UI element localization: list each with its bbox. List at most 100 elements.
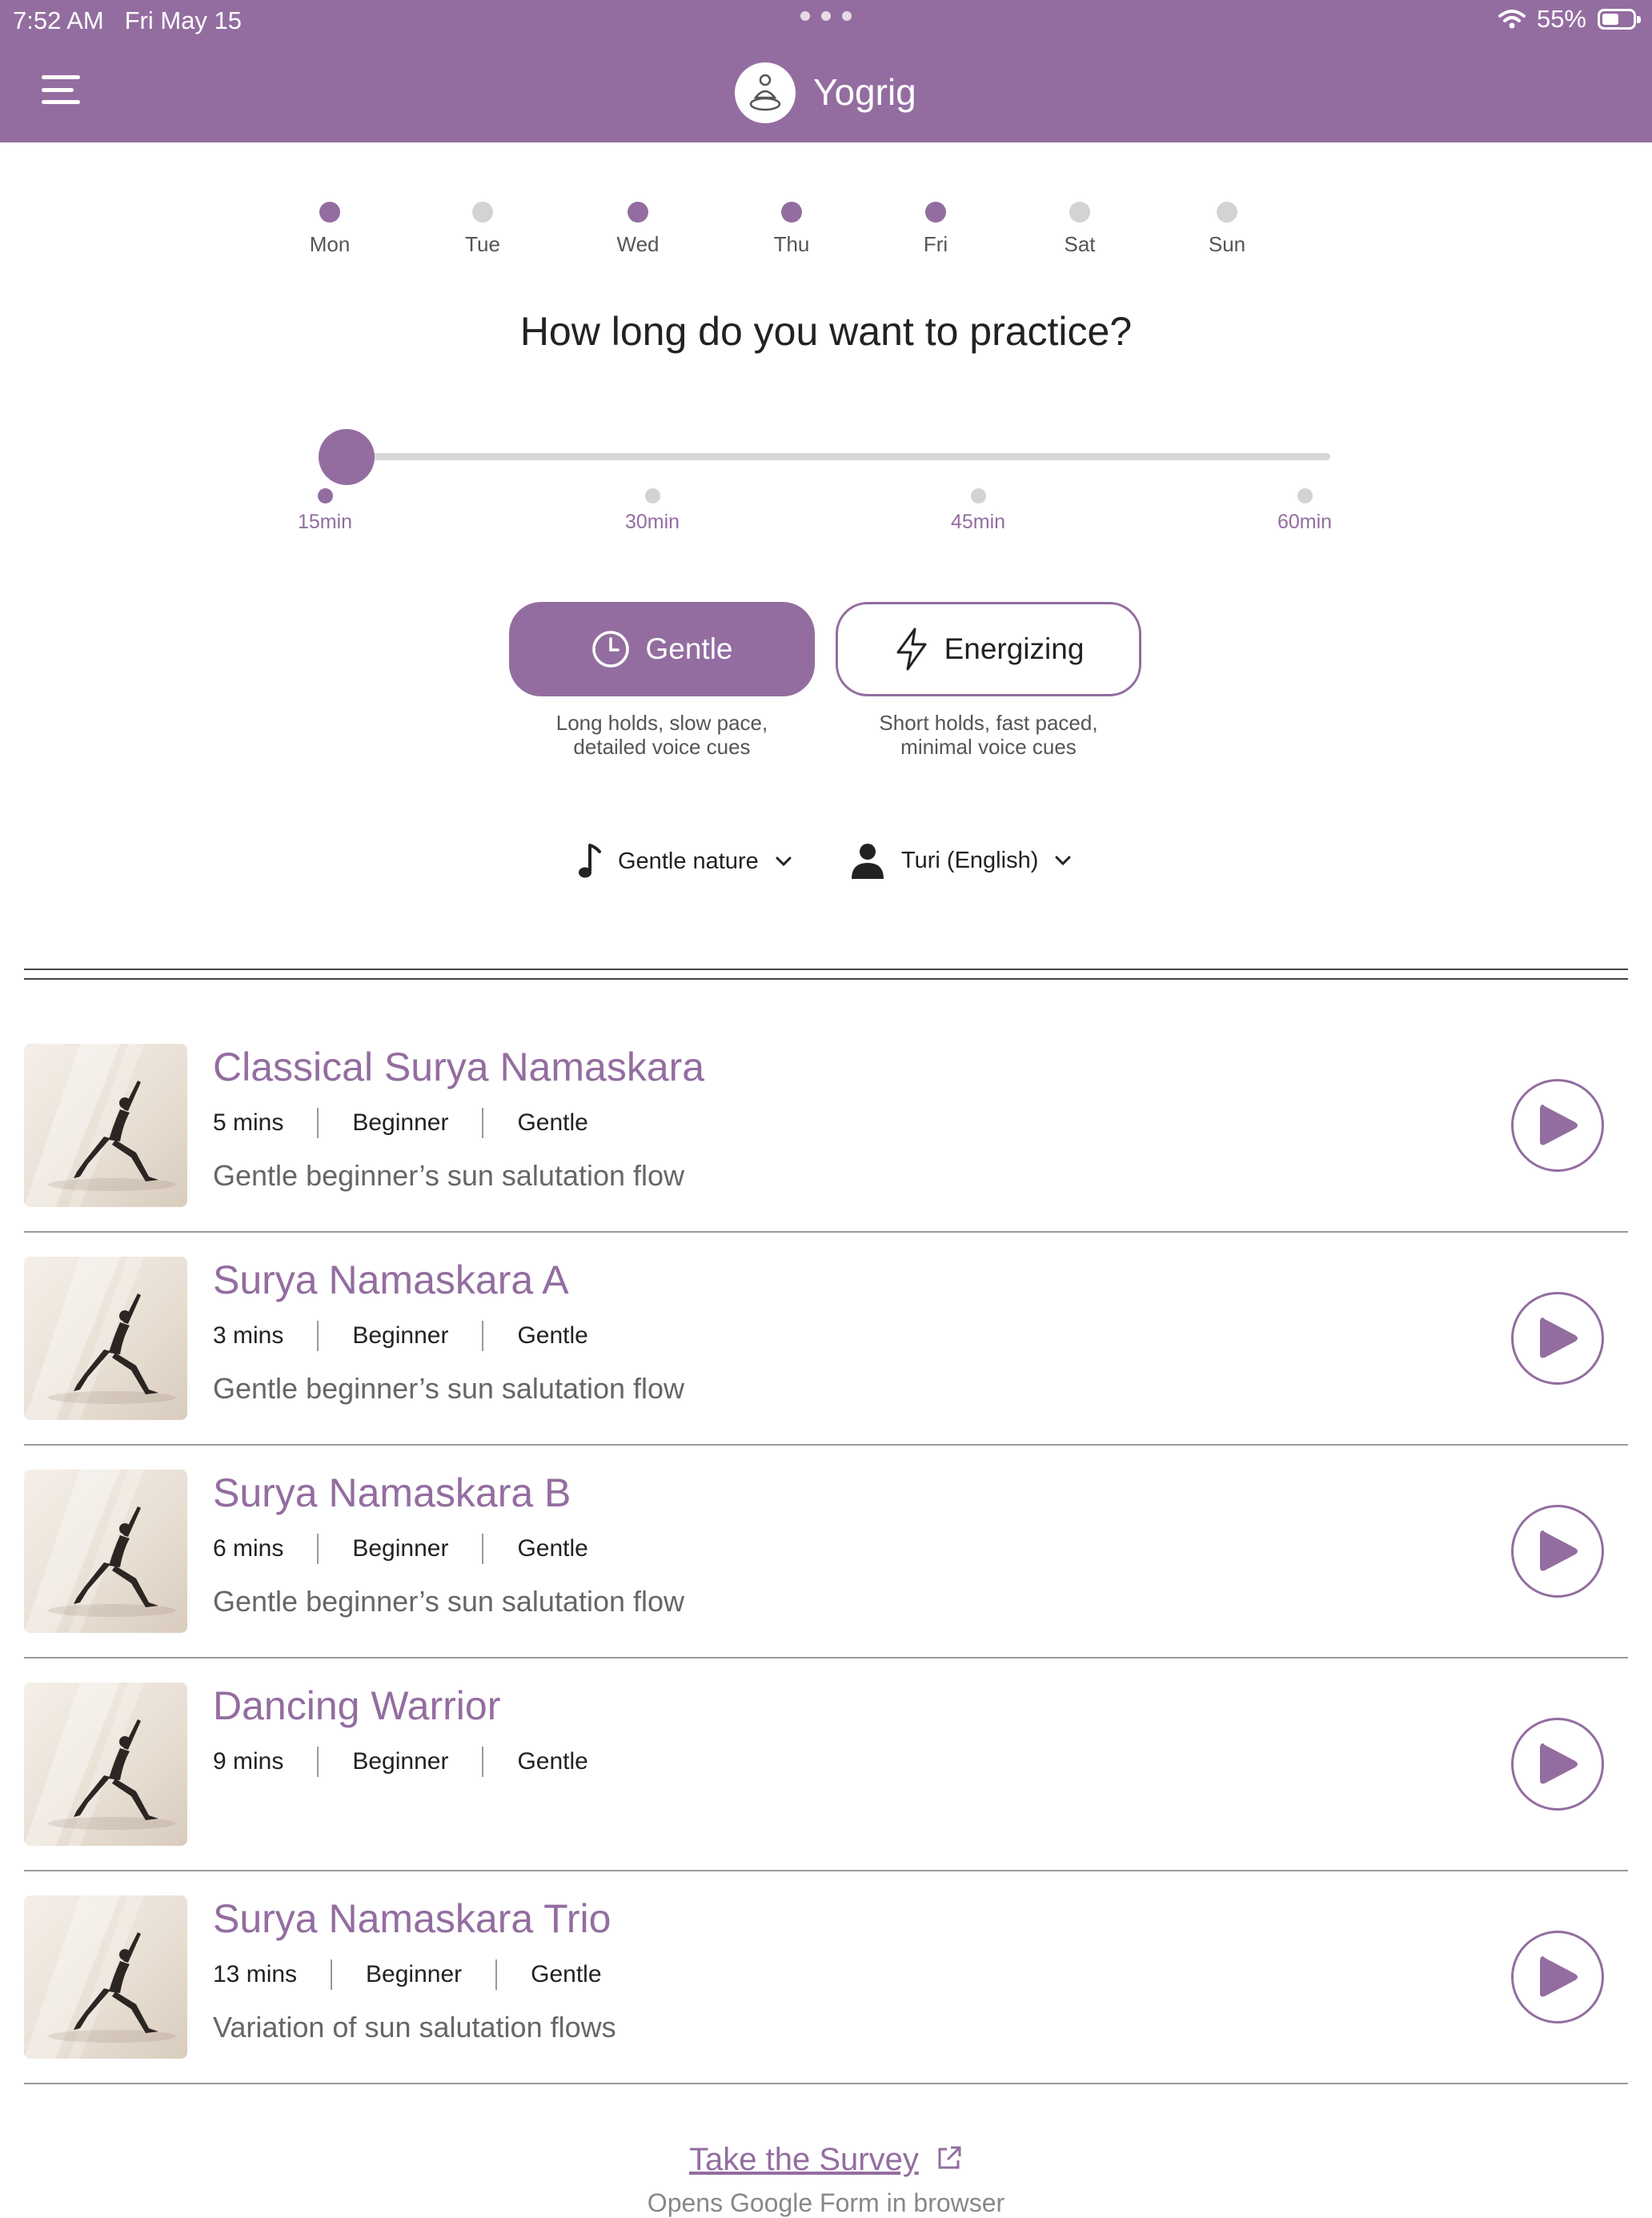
routine-style: Gentle [517, 1535, 588, 1562]
meta-separator [482, 1747, 484, 1777]
row-divider [24, 2083, 1628, 2084]
play-icon [1540, 1956, 1578, 1997]
play-button[interactable] [1511, 1292, 1604, 1385]
lightning-icon [896, 628, 927, 671]
survey-subtitle: Opens Google Form in browser [647, 2188, 1005, 2217]
routine-style: Gentle [517, 1322, 588, 1349]
routine-duration: 5 mins [213, 1109, 284, 1136]
routine-duration: 3 mins [213, 1322, 284, 1349]
survey-link[interactable]: Take the Survey [0, 2142, 1652, 2178]
duration-tick-30min[interactable]: 30min [588, 488, 716, 534]
routine-meta: 6 mins Beginner Gentle [213, 1534, 588, 1564]
play-button[interactable] [1511, 1718, 1604, 1811]
energizing-pace-button[interactable]: Energizing [836, 602, 1141, 696]
day-fri[interactable]: Fri [888, 202, 984, 257]
multitasking-dots-icon[interactable] [800, 8, 852, 24]
routine-level: Beginner [352, 1109, 449, 1136]
meta-separator [482, 1108, 484, 1138]
day-dot [1069, 202, 1090, 223]
tick-dot [970, 488, 986, 503]
routine-title[interactable]: Surya Namaskara Trio [213, 1895, 611, 1942]
meta-separator [317, 1534, 319, 1564]
survey-label[interactable]: Take the Survey [689, 2142, 919, 2177]
play-button[interactable] [1511, 1931, 1604, 2023]
energizing-description: Short holds, fast paced, minimal voice c… [879, 711, 1098, 759]
day-label: Thu [773, 232, 810, 256]
day-tue[interactable]: Tue [435, 202, 531, 257]
day-label: Sun [1208, 232, 1246, 256]
routine-level: Beginner [366, 1961, 463, 1987]
battery-percent: 55% [1536, 5, 1586, 33]
chevron-down-icon [776, 856, 792, 867]
music-dropdown[interactable]: Gentle nature [578, 842, 792, 880]
app-title: Yogrig [813, 71, 916, 113]
day-dot [781, 202, 802, 223]
music-note-icon [579, 844, 601, 878]
tick-label: 30min [624, 511, 680, 533]
practice-duration-question: How long do you want to practice? [519, 309, 1133, 354]
meta-separator [495, 1959, 498, 1990]
play-button[interactable] [1511, 1505, 1604, 1598]
yoga-pose-thumbnail [24, 1895, 187, 2059]
day-dot [628, 202, 648, 223]
routine-title[interactable]: Dancing Warrior [213, 1683, 500, 1729]
hamburger-menu-icon[interactable] [42, 75, 80, 104]
tick-label: 15min [297, 511, 353, 533]
duration-slider-track[interactable] [344, 453, 1330, 460]
day-mon[interactable]: Mon [282, 202, 378, 257]
duration-tick-15min[interactable]: 15min [261, 488, 389, 534]
day-dot [319, 202, 340, 223]
meta-separator [331, 1959, 333, 1990]
battery-icon [1598, 9, 1641, 30]
routine-title[interactable]: Surya Namaskara B [213, 1470, 571, 1516]
row-divider [24, 1231, 1628, 1233]
routine-title[interactable]: Surya Namaskara A [213, 1257, 569, 1303]
routine-title[interactable]: Classical Surya Namaskara [213, 1044, 704, 1090]
tick-dot [317, 488, 333, 503]
routine-description: Variation of sun salutation flows [213, 2011, 616, 2044]
routine-row[interactable]: Dancing Warrior 9 mins Beginner Gentle [24, 1683, 1628, 1895]
day-dot [472, 202, 493, 223]
meta-separator [317, 1321, 319, 1351]
row-divider [24, 1444, 1628, 1446]
routine-style: Gentle [517, 1748, 588, 1775]
play-button[interactable] [1511, 1079, 1604, 1172]
day-wed[interactable]: Wed [590, 202, 686, 257]
gentle-pace-button[interactable]: Gentle [509, 602, 815, 696]
voice-dropdown[interactable]: Turi (English) [850, 842, 1072, 879]
routine-row[interactable]: Surya Namaskara Trio 13 mins Beginner Gentl… [24, 1895, 1628, 2108]
routine-style: Gentle [531, 1961, 602, 1987]
day-sun[interactable]: Sun [1179, 202, 1275, 257]
routine-row[interactable]: Classical Surya Namaskara 5 mins Beginner G… [24, 1044, 1628, 1257]
gentle-description: Long holds, slow pace, detailed voice cu… [555, 711, 768, 759]
routine-description: Gentle beginner’s sun salutation flow [213, 1585, 685, 1618]
duration-tick-45min[interactable]: 45min [914, 488, 1042, 534]
yoga-pose-thumbnail [24, 1044, 187, 1207]
tick-label: 60min [1277, 511, 1333, 533]
tick-label: 45min [950, 511, 1006, 533]
external-link-icon [938, 2146, 961, 2169]
routine-meta: 5 mins Beginner Gentle [213, 1108, 588, 1138]
day-label: Wed [616, 232, 660, 256]
routine-style: Gentle [517, 1109, 588, 1136]
gentle-label: Gentle [645, 632, 733, 665]
duration-tick-60min[interactable]: 60min [1241, 488, 1369, 534]
routine-description: Gentle beginner’s sun salutation flow [213, 1159, 685, 1192]
row-divider [24, 1657, 1628, 1658]
routine-row[interactable]: Surya Namaskara B 6 mins Beginner Gentle Gen… [24, 1470, 1628, 1683]
routine-level: Beginner [352, 1748, 449, 1775]
day-thu[interactable]: Thu [744, 202, 840, 257]
tick-dot [644, 488, 660, 503]
routine-row[interactable]: Surya Namaskara A 3 mins Beginner Gentle Gen… [24, 1257, 1628, 1470]
play-icon [1540, 1318, 1578, 1358]
app-logo-icon [735, 62, 796, 123]
day-label: Tue [465, 232, 500, 256]
day-label: Fri [923, 232, 948, 256]
app-header: 7:52 AM Fri May 15 55% Yogrig [0, 0, 1652, 142]
routine-duration: 6 mins [213, 1535, 284, 1562]
routine-duration: 13 mins [213, 1961, 298, 1987]
day-label: Sat [1064, 232, 1096, 256]
duration-slider-thumb[interactable] [319, 429, 375, 485]
day-sat[interactable]: Sat [1032, 202, 1128, 257]
meta-separator [317, 1108, 319, 1138]
